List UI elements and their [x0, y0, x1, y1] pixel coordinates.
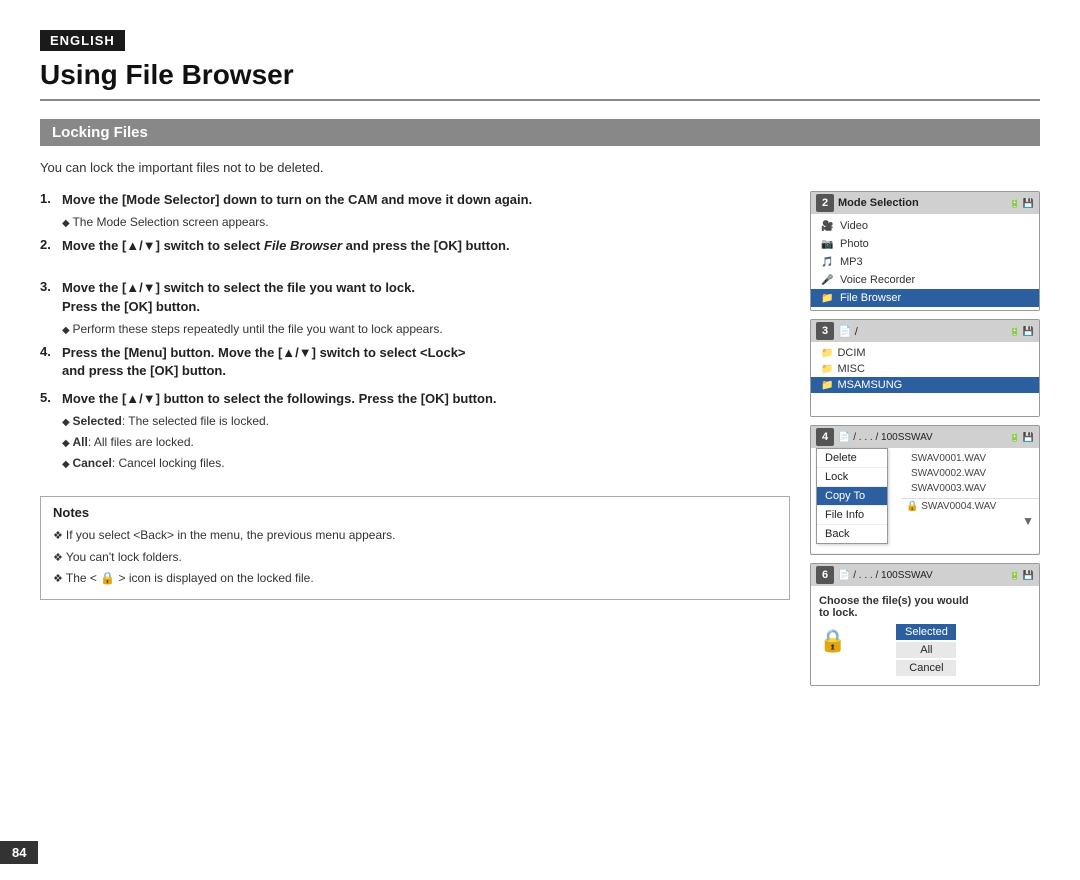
notes-box: Notes If you select <Back> in the menu, … — [40, 496, 790, 600]
screen-2-icons: 🔋 💾 — [1009, 198, 1034, 209]
step-3-number: 3. — [40, 279, 56, 294]
screen-3-body: DCIM MISC 📁MSAMSUNG — [811, 342, 1039, 416]
step-4: 4. Press the [Menu] button. Move the [▲/… — [40, 344, 790, 380]
screen-4-header: 4 📄 / . . . / 100SSWAV 🔋 💾 — [811, 426, 1039, 448]
lock-options-row: 🔒 Selected All Cancel — [819, 624, 1031, 676]
screen-6-path: 📄 / . . . / 100SSWAV — [838, 570, 1009, 581]
folder-msamsung: 📁MSAMSUNG — [811, 377, 1039, 393]
step-1: 1. Move the [Mode Selector] down to turn… — [40, 191, 790, 231]
screen-4-path: 📄 / . . . / 100SSWAV — [838, 432, 1009, 443]
step-5: 5. Move the [▲/▼] button to select the f… — [40, 390, 790, 472]
menu-item-mp3: 🎵MP3 — [811, 253, 1039, 271]
right-screenshots: 2 Mode Selection 🔋 💾 🎥Video 📷Photo 🎵MP3 … — [810, 191, 1040, 686]
bullet-all: All: All files are locked. — [62, 433, 790, 451]
lock-choose-text: Choose the file(s) you wouldto lock. — [819, 595, 1031, 619]
bullet-cancel: Cancel: Cancel locking files. — [62, 454, 790, 472]
menu-item-photo: 📷Photo — [811, 235, 1039, 253]
page-container: ENGLISH Using File Browser Locking Files… — [0, 0, 1080, 880]
page-number: 84 — [0, 841, 38, 864]
step-3-text: Move the [▲/▼] switch to select the file… — [62, 279, 415, 315]
screen-4-num: 4 — [816, 428, 834, 446]
lock-box: Choose the file(s) you wouldto lock. 🔒 S… — [811, 589, 1039, 682]
screen-4-icons: 🔋 💾 — [1009, 432, 1034, 443]
step-5-text: Move the [▲/▼] button to select the foll… — [62, 390, 497, 408]
step-2-number: 2. — [40, 237, 56, 252]
menu-copy-to: Copy To — [817, 487, 887, 506]
screen-6-header: 6 📄 / . . . / 100SSWAV 🔋 💾 — [811, 564, 1039, 586]
file-2: SWAV0002.WAV — [901, 466, 1039, 481]
language-badge: ENGLISH — [40, 30, 125, 51]
menu-file-info: File Info — [817, 506, 887, 525]
bullet-selected: Selected: The selected file is locked. — [62, 412, 790, 430]
file-context-menu: Delete Lock Copy To File Info Back — [816, 448, 888, 544]
file-4: 🔒 SWAV0004.WAV — [901, 498, 1039, 514]
folder-dcim: DCIM — [811, 345, 1039, 361]
screen-2-header: 2 Mode Selection 🔋 💾 — [811, 192, 1039, 214]
intro-text: You can lock the important files not to … — [40, 160, 1040, 175]
screen-6-num: 6 — [816, 566, 834, 584]
screen-3-header: 3 📄 / 🔋 💾 — [811, 320, 1039, 342]
screen-2-body: 🎥Video 📷Photo 🎵MP3 🎤Voice Recorder 📁File… — [811, 214, 1039, 310]
notes-item-2: You can't lock folders. — [53, 548, 777, 567]
lock-option-selected[interactable]: Selected — [896, 624, 956, 640]
screen-2-num: 2 — [816, 194, 834, 212]
notes-title: Notes — [53, 505, 777, 520]
step-5-number: 5. — [40, 390, 56, 405]
menu-item-voice-recorder: 🎤Voice Recorder — [811, 271, 1039, 289]
screen-3-icons: 🔋 💾 — [1009, 326, 1034, 337]
step-4-number: 4. — [40, 344, 56, 359]
screen-2-title: Mode Selection — [838, 197, 1009, 209]
screen-4: 4 📄 / . . . / 100SSWAV 🔋 💾 Delete Lock C… — [810, 425, 1040, 555]
step-2-text: Move the [▲/▼] switch to select File Bro… — [62, 237, 510, 255]
lock-option-cancel[interactable]: Cancel — [896, 660, 956, 676]
notes-item-1: If you select <Back> in the menu, the pr… — [53, 526, 777, 545]
screen-6-inner: Choose the file(s) you wouldto lock. 🔒 S… — [811, 589, 1039, 682]
step-4-text: Press the [Menu] button. Move the [▲/▼] … — [62, 344, 466, 380]
screen-6-icons: 🔋 💾 — [1009, 570, 1034, 581]
lock-icon: 🔒 — [819, 624, 846, 654]
screen-4-body: Delete Lock Copy To File Info Back SWAV0… — [811, 448, 1039, 553]
step-3-sub: Perform these steps repeatedly until the… — [62, 320, 790, 338]
screen-2: 2 Mode Selection 🔋 💾 🎥Video 📷Photo 🎵MP3 … — [810, 191, 1040, 311]
menu-lock: Lock — [817, 468, 887, 487]
main-layout: 1. Move the [Mode Selector] down to turn… — [40, 191, 1040, 686]
screen-6: 6 📄 / . . . / 100SSWAV 🔋 💾 Choose the fi… — [810, 563, 1040, 686]
step-2: 2. Move the [▲/▼] switch to select File … — [40, 237, 790, 255]
step-1-text: Move the [Mode Selector] down to turn on… — [62, 191, 532, 209]
step-1-number: 1. — [40, 191, 56, 206]
section-header: Locking Files — [40, 119, 1040, 146]
step-1-sub: The Mode Selection screen appears. — [62, 213, 790, 231]
menu-item-video: 🎥Video — [811, 217, 1039, 235]
screen-6-body: Choose the file(s) you wouldto lock. 🔒 S… — [811, 586, 1039, 685]
menu-back: Back — [817, 525, 887, 543]
menu-delete: Delete — [817, 449, 887, 468]
lock-option-all[interactable]: All — [896, 642, 956, 658]
screen-3: 3 📄 / 🔋 💾 DCIM MISC 📁MSAMSUNG — [810, 319, 1040, 417]
folder-misc: MISC — [811, 361, 1039, 377]
step-3: 3. Move the [▲/▼] switch to select the f… — [40, 279, 790, 337]
file-1: SWAV0001.WAV — [901, 451, 1039, 466]
file-3: SWAV0003.WAV — [901, 481, 1039, 496]
screen-3-num: 3 — [816, 322, 834, 340]
menu-item-file-browser: 📁File Browser — [811, 289, 1039, 307]
scroll-indicator: ▼ — [901, 514, 1039, 528]
lock-options: Selected All Cancel — [866, 624, 956, 676]
page-title: Using File Browser — [40, 59, 1040, 101]
left-content: 1. Move the [Mode Selector] down to turn… — [40, 191, 810, 686]
notes-item-3: The < 🔒 > icon is displayed on the locke… — [53, 569, 777, 588]
screen-3-path: 📄 / — [838, 325, 1009, 338]
